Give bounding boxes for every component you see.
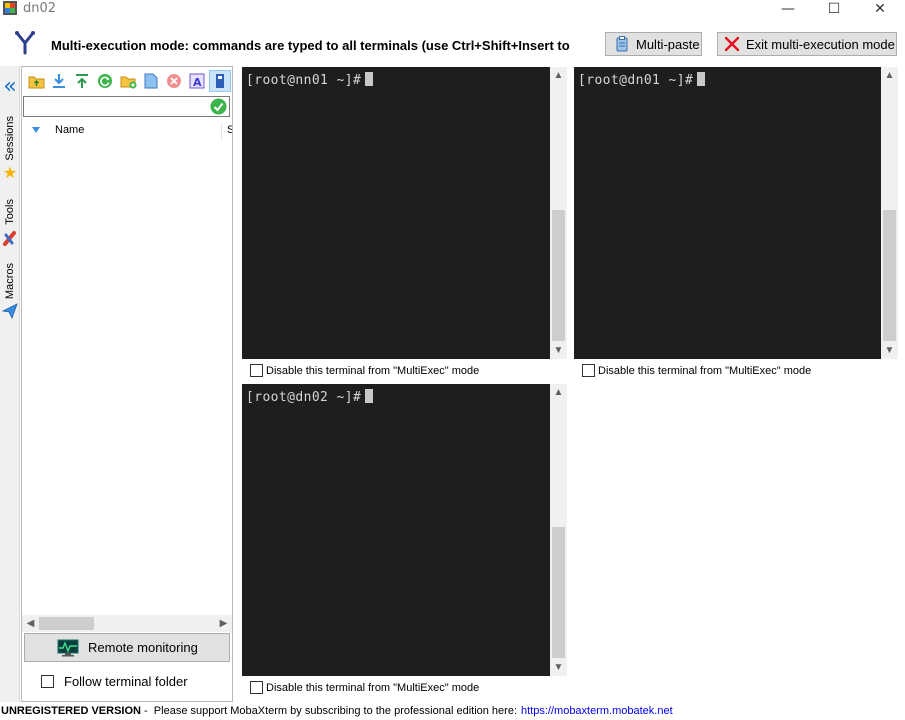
terminal-prompt: [root@dn01 ~]# [578, 72, 706, 88]
mobaxterm-link[interactable]: https://mobaxterm.mobatek.net [521, 705, 673, 717]
follow-terminal-label: Follow terminal folder [64, 673, 188, 689]
rename-button[interactable]: A [186, 70, 208, 92]
status-message: - Please support MobaXterm by subscribin… [140, 705, 518, 717]
maximize-button[interactable]: ☐ [811, 0, 857, 18]
new-file-button[interactable] [140, 70, 162, 92]
multiexec-message: Multi-execution mode: commands are typed… [51, 38, 570, 53]
scrollbar-thumb[interactable] [883, 210, 896, 341]
upload-icon [76, 74, 88, 88]
delete-button[interactable] [163, 70, 185, 92]
disable-terminal-dn02-row[interactable]: Disable this terminal from "MultiExec" m… [250, 681, 479, 694]
disable-terminal-dn01-row[interactable]: Disable this terminal from "MultiExec" m… [582, 364, 811, 377]
column-divider[interactable] [221, 123, 222, 140]
new-folder-button[interactable] [117, 70, 139, 92]
text-cursor [697, 72, 706, 86]
sidebar-toolbar: A [22, 67, 232, 95]
scroll-right-icon[interactable]: ▶ [215, 615, 232, 632]
new-folder-icon [120, 76, 136, 88]
tab-tools[interactable]: Tools [0, 199, 20, 247]
terminal-prompt: [root@dn02 ~]# [246, 389, 374, 405]
follow-terminal-folder-row[interactable]: Follow terminal folder [41, 671, 188, 691]
remote-monitoring-label: Remote monitoring [88, 640, 198, 655]
terminal-dn01[interactable]: [root@dn01 ~]# [574, 67, 881, 359]
disable-terminal-checkbox[interactable] [250, 681, 263, 694]
scrollbar-thumb[interactable] [39, 617, 94, 630]
app-icon [3, 1, 17, 15]
file-list-header: Name S [22, 121, 232, 141]
paper-plane-icon [2, 303, 18, 320]
scroll-down-icon[interactable]: ▼ [550, 659, 567, 676]
disable-terminal-nn01-row[interactable]: Disable this terminal from "MultiExec" m… [250, 364, 479, 377]
disable-terminal-label: Disable this terminal from "MultiExec" m… [266, 364, 480, 377]
sftp-sidebar: A Name S ◀ ▶ Remote monitoring Follow te… [21, 66, 233, 702]
monitor-chart-icon [57, 639, 79, 656]
terminal-nn01-scrollbar[interactable]: ▲ ▼ [550, 67, 567, 359]
multi-paste-button[interactable]: Multi-paste [605, 32, 702, 56]
parent-folder-button[interactable] [25, 70, 47, 92]
terminal-link-icon [216, 74, 224, 88]
terminal-dn01-scrollbar[interactable]: ▲ ▼ [881, 67, 898, 359]
disable-terminal-checkbox[interactable] [582, 364, 595, 377]
download-button[interactable] [48, 70, 70, 92]
scroll-up-icon[interactable]: ▲ [550, 384, 567, 401]
tab-macros[interactable]: Macros [0, 263, 20, 320]
multiexec-fork-icon [15, 31, 35, 55]
terminal-dn02[interactable]: [root@dn02 ~]# [242, 384, 550, 676]
window-title: dn02 [23, 1, 57, 16]
close-x-icon [724, 36, 740, 52]
scrollbar-thumb[interactable] [552, 527, 565, 658]
remote-path-input[interactable] [23, 96, 230, 117]
column-name-header[interactable]: Name [55, 124, 84, 136]
minimize-button[interactable]: — [765, 0, 811, 18]
terminal-dn02-scrollbar[interactable]: ▲ ▼ [550, 384, 567, 676]
new-file-icon [144, 73, 158, 89]
svg-text:A: A [193, 76, 202, 89]
delete-icon [167, 74, 181, 88]
scroll-down-icon[interactable]: ▼ [881, 342, 898, 359]
tab-sessions-label: Sessions [4, 116, 16, 161]
follow-terminal-checkbox[interactable] [41, 674, 54, 688]
tab-sessions[interactable]: Sessions ★ [0, 116, 20, 182]
status-bar: UNREGISTERED VERSION - Please support Mo… [0, 702, 905, 720]
refresh-button[interactable] [94, 70, 116, 92]
title-bar: dn02 — ☐ ✕ [0, 0, 905, 18]
scroll-up-icon[interactable]: ▲ [550, 67, 567, 84]
tab-macros-label: Macros [4, 263, 16, 300]
text-edit-icon: A [189, 73, 205, 89]
disable-terminal-label: Disable this terminal from "MultiExec" m… [266, 681, 480, 694]
terminal-nn01[interactable]: [root@nn01 ~]# [242, 67, 550, 359]
vertical-tab-strip: « Sessions ★ Tools Macros [0, 66, 20, 702]
star-icon: ★ [2, 162, 18, 182]
sort-down-icon[interactable] [32, 127, 40, 133]
text-cursor [365, 72, 374, 86]
tools-icon [3, 230, 16, 246]
collapse-sidebar-button[interactable]: « [0, 76, 20, 98]
follow-terminal-toggle-button[interactable] [209, 70, 231, 92]
disable-terminal-label: Disable this terminal from "MultiExec" m… [598, 364, 812, 377]
scroll-left-icon[interactable]: ◀ [22, 615, 39, 632]
close-button[interactable]: ✕ [857, 0, 903, 18]
file-list-horizontal-scrollbar[interactable]: ◀ ▶ [22, 615, 232, 632]
upload-button[interactable] [71, 70, 93, 92]
tab-tools-label: Tools [4, 199, 16, 225]
unregistered-label: UNREGISTERED VERSION [1, 705, 141, 717]
scrollbar-thumb[interactable] [552, 210, 565, 341]
multi-paste-label: Multi-paste [636, 36, 700, 52]
terminal-prompt: [root@nn01 ~]# [246, 72, 374, 88]
disable-terminal-checkbox[interactable] [250, 364, 263, 377]
clipboard-icon [616, 36, 628, 52]
refresh-icon [98, 74, 112, 88]
scroll-down-icon[interactable]: ▼ [550, 342, 567, 359]
double-chevron-left-icon: « [3, 74, 17, 99]
text-cursor [365, 389, 374, 403]
folder-up-icon [28, 76, 44, 88]
column-size-header[interactable]: S [227, 124, 232, 136]
confirm-check-icon[interactable] [210, 98, 227, 115]
scroll-up-icon[interactable]: ▲ [881, 67, 898, 84]
download-icon [53, 74, 65, 88]
remote-monitoring-button[interactable]: Remote monitoring [24, 633, 230, 662]
exit-multiexec-label: Exit multi-execution mode [746, 36, 895, 52]
exit-multiexec-button[interactable]: Exit multi-execution mode [717, 32, 897, 56]
